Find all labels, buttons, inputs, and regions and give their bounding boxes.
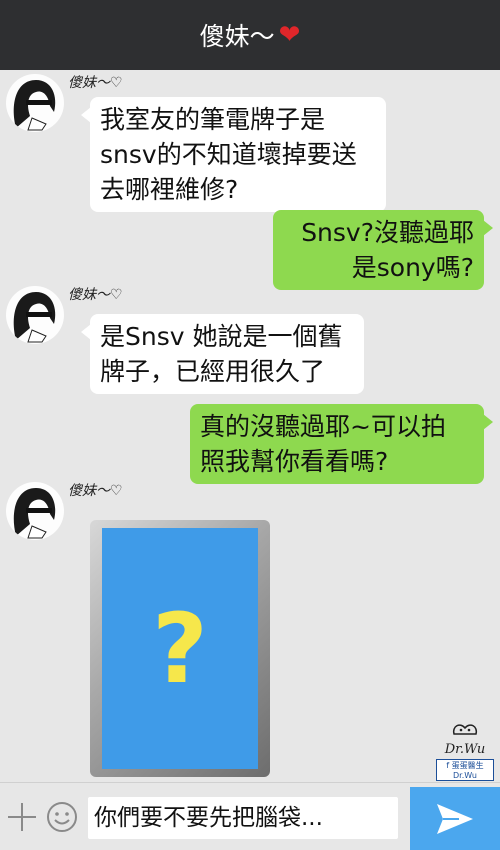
message-bubble-outgoing: Snsv?沒聽過耶 是sony嗎?: [273, 210, 493, 290]
message-line: 照我幫你看看嗎?: [200, 447, 389, 476]
message-line: 是sony嗎?: [351, 253, 474, 282]
plus-icon[interactable]: [8, 803, 36, 831]
message-bubble-outgoing: 真的沒聽過耶~可以拍 照我幫你看看嗎?: [190, 404, 493, 484]
message-line: snsv的不知道壞掉要送: [100, 140, 357, 169]
watermark: Dr.Wu f 蛋蛋醫生Dr.Wu: [436, 720, 494, 781]
chat-title: 傻妹～: [199, 22, 275, 51]
message-bubble-incoming: 是Snsv 她說是一個舊 牌子，已經用很久了: [81, 314, 364, 394]
message-bubble-incoming: 我室友的筆電牌子是 snsv的不知道壞掉要送 去哪裡維修?: [81, 97, 386, 212]
photo-message[interactable]: ?: [90, 520, 270, 777]
question-mark: ?: [152, 592, 208, 705]
avatar[interactable]: [6, 74, 64, 132]
message-line: 真的沒聽過耶~可以拍: [200, 412, 446, 441]
avatar[interactable]: [6, 286, 64, 344]
send-button[interactable]: [410, 787, 500, 850]
watermark-logo-icon: [452, 724, 478, 735]
smile-icon[interactable]: [46, 801, 78, 833]
message-line: 我室友的筆電牌子是: [100, 105, 326, 134]
heart-icon: ❤: [278, 20, 301, 50]
sender-name: 傻妹～♡: [68, 75, 123, 91]
avatar[interactable]: [6, 482, 64, 540]
watermark-signature: Dr.Wu: [444, 742, 486, 757]
send-icon: [437, 804, 473, 834]
message-line: 是Snsv 她說是一個舊: [100, 322, 343, 351]
chat-header: 傻妹～ ❤: [0, 0, 500, 70]
facebook-badge: f 蛋蛋醫生Dr.Wu: [436, 759, 494, 781]
message-line: 去哪裡維修?: [100, 175, 239, 204]
message-input[interactable]: 你們要不要先把腦袋...: [88, 797, 398, 839]
sender-name: 傻妹～♡: [68, 287, 123, 303]
laptop-screen: ?: [102, 528, 258, 769]
sender-name: 傻妹～♡: [68, 483, 123, 499]
message-line: Snsv?沒聽過耶: [301, 218, 474, 247]
input-bar: 你們要不要先把腦袋...: [0, 782, 500, 850]
message-line: 牌子，已經用很久了: [100, 357, 326, 386]
message-list[interactable]: 傻妹～♡ 我室友的筆電牌子是 snsv的不知道壞掉要送 去哪裡維修? Snsv?…: [0, 70, 500, 782]
